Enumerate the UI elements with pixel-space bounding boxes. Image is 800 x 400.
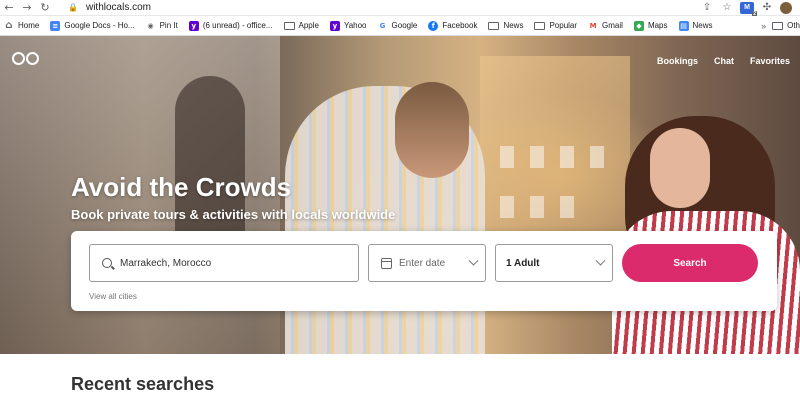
bookmark-pin-it[interactable]: ◉ Pin It (146, 21, 178, 31)
bookmark-news-folder[interactable]: News (488, 21, 523, 30)
bookmark-label: Home (18, 21, 40, 30)
hero-photo-window (560, 196, 574, 218)
bookmark-apple[interactable]: Apple (283, 21, 319, 30)
bookmark-google[interactable]: G Google (377, 20, 418, 31)
view-all-cities-link[interactable]: View all cities (89, 292, 137, 301)
bookmark-news[interactable]: ▤ News (678, 20, 713, 31)
hero-photo-window (590, 146, 604, 168)
maps-icon: ◆ (633, 20, 644, 31)
bookmarks-overflow-icon[interactable]: » (761, 21, 766, 31)
bookmark-yahoo[interactable]: y Yahoo (329, 20, 367, 31)
bookmark-label: Pin It (159, 21, 178, 30)
hero-subheadline: Book private tours & activities with loc… (71, 207, 396, 222)
bookmark-label: Facebook (442, 21, 478, 30)
extension-puzzle-icon[interactable]: ✣ (760, 1, 774, 15)
pinterest-icon: ◉ (147, 21, 154, 30)
yahoo-icon: y (329, 20, 340, 31)
folder-icon (534, 21, 546, 30)
bookmark-popular[interactable]: Popular (534, 21, 577, 30)
top-nav: Bookings Chat Favorites (657, 56, 790, 66)
nav-favorites[interactable]: Favorites (750, 56, 790, 66)
yahoo-mail-icon: y (188, 20, 199, 31)
bookmark-yahoo-mail[interactable]: y (6 unread) - office... (188, 20, 273, 31)
address-bar[interactable]: withlocals.com (86, 2, 151, 13)
bookmark-home[interactable]: ⌂ Home (4, 20, 40, 31)
guests-select-value: 1 Adult (506, 257, 540, 269)
city-input[interactable]: Marrakech, Morocco (89, 244, 359, 282)
hero-photo-window (500, 146, 514, 168)
folder-icon (488, 21, 500, 30)
folder-icon (283, 21, 295, 30)
hero-photo-window (530, 196, 544, 218)
folder-icon (772, 21, 784, 30)
extension-m-icon[interactable]: M2 (740, 1, 757, 17)
lock-icon[interactable]: 🔒 (68, 3, 78, 12)
gmail-icon: M (588, 20, 599, 31)
bookmark-label: Gmail (602, 21, 623, 30)
bookmark-label: Popular (549, 21, 578, 30)
google-docs-icon: ≡ (50, 20, 61, 31)
google-icon: G (377, 20, 388, 31)
bookmark-label: News (503, 21, 524, 30)
hero-banner: Bookings Chat Favorites Avoid the Crowds… (0, 36, 800, 354)
bookmark-label: Apple (298, 21, 319, 30)
bookmark-maps[interactable]: ◆ Maps (633, 20, 668, 31)
forward-icon[interactable]: → (18, 0, 36, 16)
home-icon: ⌂ (5, 20, 13, 31)
profile-avatar[interactable] (780, 1, 792, 14)
bookmark-other[interactable]: Oth (772, 21, 800, 30)
search-button[interactable]: Search (622, 244, 758, 282)
bookmark-label: Google (391, 21, 418, 30)
bookmark-star-icon[interactable]: ☆ (720, 1, 734, 15)
nav-bookings[interactable]: Bookings (657, 56, 698, 66)
browser-toolbar: ← → ↻ 🔒 withlocals.com ⇪ ☆ M2 ✣ (0, 0, 800, 17)
nav-chat[interactable]: Chat (714, 56, 734, 66)
share-icon[interactable]: ⇪ (700, 1, 714, 15)
bookmark-label: Oth (787, 21, 800, 30)
hero-photo-window (500, 196, 514, 218)
bookmark-google-docs[interactable]: ≡ Google Docs - Ho... (50, 20, 135, 31)
bookmarks-bar: ⌂ Home ≡ Google Docs - Ho... ◉ Pin It y (6 u… (0, 16, 800, 36)
bookmark-facebook[interactable]: f Facebook (428, 20, 478, 31)
hero-headline: Avoid the Crowds (71, 172, 292, 202)
search-icon (100, 256, 114, 270)
hero-photo-window (530, 146, 544, 168)
calendar-icon (379, 256, 393, 270)
date-picker-placeholder: Enter date (399, 257, 446, 269)
hero-photo-window (560, 146, 574, 168)
back-icon[interactable]: ← (0, 0, 18, 16)
search-card: Marrakech, Morocco Enter date 1 Adult Se… (71, 231, 777, 311)
hero-photo-man-head (395, 82, 469, 178)
bookmark-gmail[interactable]: M Gmail (588, 20, 623, 31)
chevron-down-icon (595, 255, 606, 266)
bookmark-label: News (692, 21, 713, 30)
reload-icon[interactable]: ↻ (36, 0, 54, 16)
city-input-value: Marrakech, Morocco (120, 257, 212, 269)
bookmark-label: Google Docs - Ho... (64, 21, 135, 30)
bookmark-label: (6 unread) - office... (202, 21, 273, 30)
facebook-icon: f (428, 20, 439, 31)
news-icon: ▤ (678, 20, 689, 31)
date-picker[interactable]: Enter date (368, 244, 486, 282)
hero-photo-woman-head (650, 128, 710, 208)
chevron-down-icon (468, 255, 479, 266)
recent-searches-heading: Recent searches (71, 374, 215, 394)
bookmark-label: Maps (647, 21, 668, 30)
guests-select[interactable]: 1 Adult (495, 244, 613, 282)
bookmark-label: Yahoo (343, 21, 367, 30)
withlocals-logo[interactable] (12, 52, 39, 65)
